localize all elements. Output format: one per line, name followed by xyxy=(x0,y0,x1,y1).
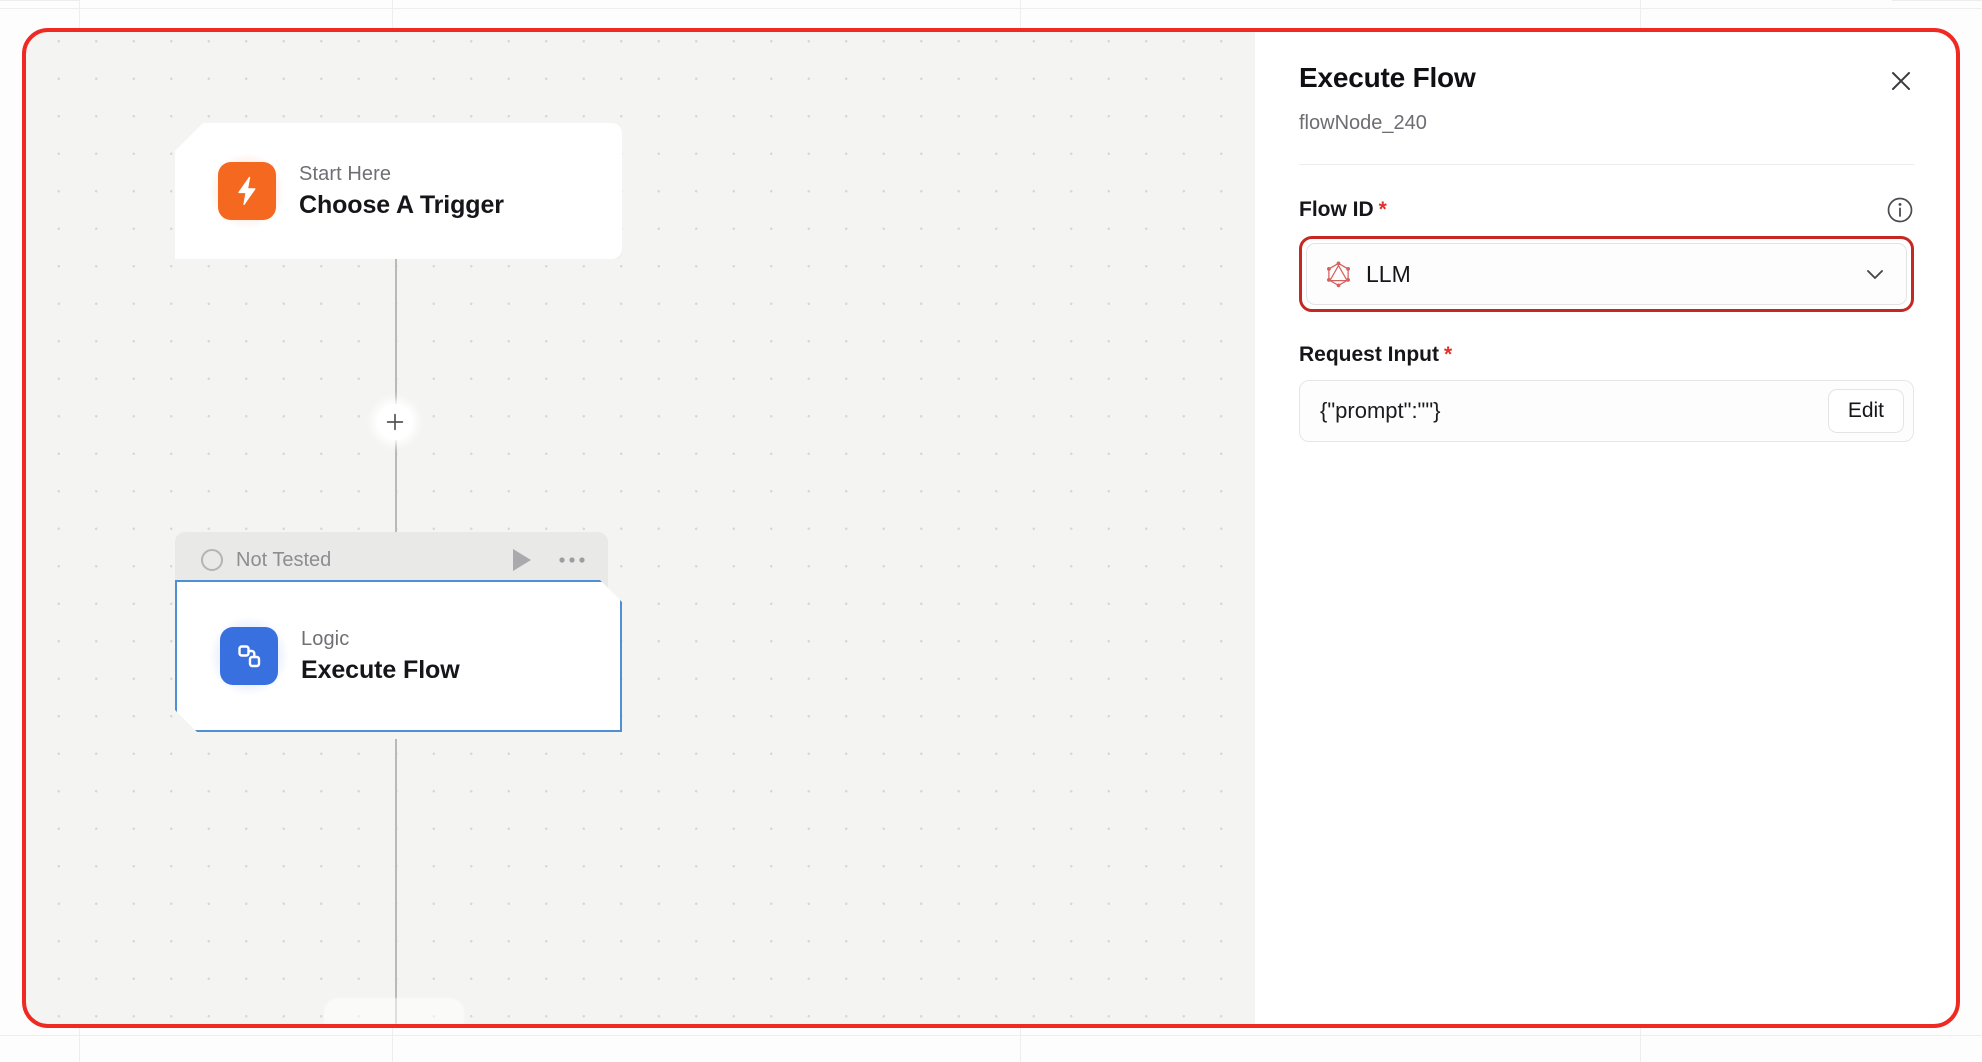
node-status-label: Not Tested xyxy=(236,548,332,571)
execute-flow-node[interactable]: Logic Execute Flow xyxy=(175,580,622,732)
add-node-button[interactable] xyxy=(377,404,413,440)
flow-id-highlight-ring: LLM xyxy=(1299,236,1914,312)
run-node-button[interactable] xyxy=(509,546,535,574)
next-node-placeholder[interactable] xyxy=(324,998,464,1026)
flow-id-label-row: Flow ID * xyxy=(1299,196,1914,224)
panel-node-id: flowNode_240 xyxy=(1299,112,1427,134)
request-input-value: {"prompt":""} xyxy=(1320,398,1441,423)
flow-nodes-glyph xyxy=(234,641,264,671)
connector-line xyxy=(395,739,397,1026)
graphql-icon xyxy=(1325,260,1352,289)
app-surface: Start Here Choose A Trigger Not Tested L… xyxy=(24,30,1958,1026)
lightning-bolt-glyph xyxy=(238,176,256,206)
request-input-label-group: Request Input * xyxy=(1299,343,1452,367)
panel-divider xyxy=(1299,164,1914,165)
trigger-node-kicker: Start Here xyxy=(299,162,392,185)
trigger-icon-wrapper xyxy=(209,153,285,229)
plus-icon xyxy=(386,413,404,431)
execute-flow-node-kicker: Logic xyxy=(301,627,350,650)
execute-flow-node-title: Execute Flow xyxy=(301,655,460,684)
request-input-field[interactable]: {"prompt":""} Edit xyxy=(1299,380,1914,442)
graphql-glyph xyxy=(1327,261,1350,287)
flow-id-info-button[interactable] xyxy=(1886,196,1914,224)
required-marker: * xyxy=(1444,343,1453,366)
ellipsis-icon xyxy=(559,557,585,563)
node-more-menu-button[interactable] xyxy=(558,555,586,565)
panel-title-row: Execute Flow xyxy=(1299,62,1914,98)
info-icon xyxy=(1887,197,1913,223)
page-root: Start Here Choose A Trigger Not Tested L… xyxy=(0,0,1982,1062)
background-rule xyxy=(0,1035,1982,1036)
execute-flow-node-wrapper: Not Tested Logic Execute Flow xyxy=(175,532,622,740)
flow-id-label-group: Flow ID * xyxy=(1299,198,1387,222)
flow-id-selected-value: LLM xyxy=(1366,260,1411,287)
execute-flow-icon-wrapper xyxy=(220,627,278,685)
panel-title: Execute Flow xyxy=(1299,62,1476,93)
request-input-label-row: Request Input * xyxy=(1299,343,1914,367)
request-input-label: Request Input xyxy=(1299,343,1439,366)
flow-nodes-icon xyxy=(220,627,278,685)
required-marker: * xyxy=(1378,198,1387,221)
trigger-node-text: Start Here Choose A Trigger xyxy=(299,163,504,220)
background-rule xyxy=(0,8,1982,9)
edit-request-input-button[interactable]: Edit xyxy=(1827,389,1904,433)
chevron-down-icon xyxy=(1862,261,1888,287)
flow-canvas[interactable]: Start Here Choose A Trigger Not Tested L… xyxy=(24,30,1255,1026)
node-settings-panel: Execute Flow flowNode_240 Flow ID * LLM … xyxy=(1255,30,1958,1026)
trigger-node-title: Choose A Trigger xyxy=(299,190,504,219)
connector-line xyxy=(395,258,397,548)
lightning-bolt-icon xyxy=(218,162,276,220)
flow-id-label: Flow ID xyxy=(1299,198,1374,221)
play-icon xyxy=(513,549,531,571)
panel-header: Execute Flow flowNode_240 xyxy=(1255,30,1958,165)
node-status-bar: Not Tested xyxy=(175,532,608,588)
panel-body: Flow ID * LLM Request Input * {"prompt":… xyxy=(1255,196,1958,442)
close-panel-button[interactable] xyxy=(1884,64,1918,98)
trigger-node[interactable]: Start Here Choose A Trigger xyxy=(175,123,622,259)
flow-id-select[interactable]: LLM xyxy=(1306,243,1907,305)
chevron-down-glyph xyxy=(1867,270,1883,279)
close-icon xyxy=(1892,72,1910,90)
empty-circle-icon xyxy=(201,549,223,571)
execute-flow-node-text: Logic Execute Flow xyxy=(301,628,460,685)
